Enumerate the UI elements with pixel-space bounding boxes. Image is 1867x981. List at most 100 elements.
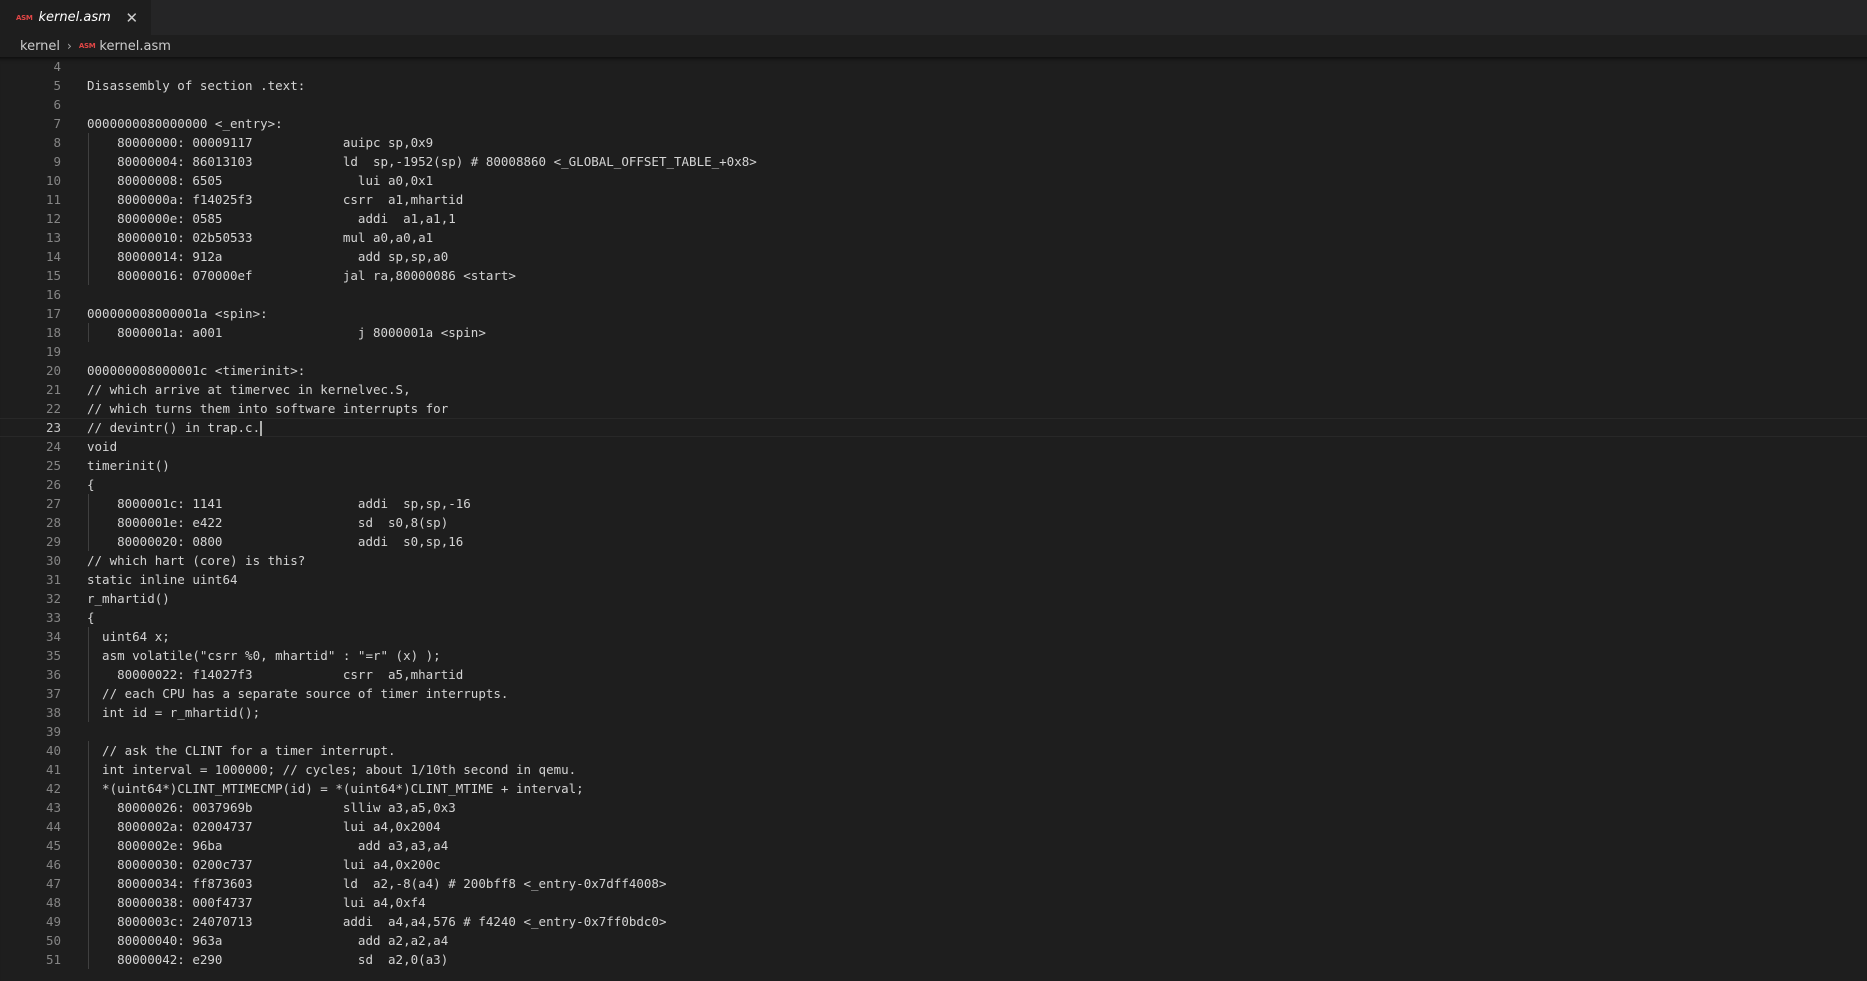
code-line[interactable]: 13 80000010: 02b50533 mul a0,a0,a1 bbox=[0, 228, 1867, 247]
line-number: 46 bbox=[45, 857, 61, 872]
code-line[interactable]: 19 bbox=[0, 342, 1867, 361]
code-line[interactable]: 8 80000000: 00009117 auipc sp,0x9 bbox=[0, 133, 1867, 152]
tab-label: kernel.asm bbox=[38, 10, 111, 25]
line-number: 16 bbox=[45, 287, 61, 302]
breadcrumb-folder[interactable]: kernel bbox=[20, 39, 60, 54]
code-line[interactable]: 46 80000030: 0200c737 lui a4,0x200c bbox=[0, 855, 1867, 874]
code-editor[interactable]: 4 5 Disassembly of section .text: 6 7 0000000… bbox=[0, 57, 1867, 981]
code-text: 80000038: 000f4737 lui a4,0xf4 bbox=[87, 895, 426, 910]
code-text: 80000008: 6505 lui a0,0x1 bbox=[87, 173, 434, 188]
code-line[interactable]: 12 8000000e: 0585 addi a1,a1,1 bbox=[0, 209, 1867, 228]
line-number: 47 bbox=[45, 876, 61, 891]
line-number: 43 bbox=[45, 800, 61, 815]
code-text: 80000016: 070000ef jal ra,80000086 <star… bbox=[87, 268, 516, 283]
line-number: 42 bbox=[45, 781, 61, 796]
code-line[interactable]: 34 uint64 x; bbox=[0, 627, 1867, 646]
code-text: asm volatile("csrr %0, mhartid" : "=r" (… bbox=[87, 648, 441, 663]
close-icon[interactable]: ✕ bbox=[123, 9, 141, 27]
code-line[interactable]: 32 r_mhartid() bbox=[0, 589, 1867, 608]
line-number: 27 bbox=[45, 496, 61, 511]
line-number: 38 bbox=[45, 705, 61, 720]
code-line[interactable]: 15 80000016: 070000ef jal ra,80000086 <s… bbox=[0, 266, 1867, 285]
asm-file-icon: ASM bbox=[78, 42, 96, 50]
code-line[interactable]: 47 80000034: ff873603 ld a2,-8(a4) # 200… bbox=[0, 874, 1867, 893]
code-line[interactable]: 26 { bbox=[0, 475, 1867, 494]
text-cursor bbox=[260, 420, 263, 436]
code-line[interactable]: 6 bbox=[0, 95, 1867, 114]
line-number: 34 bbox=[45, 629, 61, 644]
code-text: 80000030: 0200c737 lui a4,0x200c bbox=[87, 857, 441, 872]
code-line[interactable]: 30 // which hart (core) is this? bbox=[0, 551, 1867, 570]
code-text: void bbox=[87, 439, 118, 454]
code-text: 80000022: f14027f3 csrr a5,mhartid bbox=[87, 667, 464, 682]
code-line[interactable]: 9 80000004: 86013103 ld sp,-1952(sp) # 8… bbox=[0, 152, 1867, 171]
line-number: 31 bbox=[45, 572, 61, 587]
code-line[interactable]: 7 0000000080000000 <_entry>: bbox=[0, 114, 1867, 133]
code-text: 80000020: 0800 addi s0,sp,16 bbox=[87, 534, 464, 549]
line-number: 32 bbox=[45, 591, 61, 606]
code-line[interactable]: 33 { bbox=[0, 608, 1867, 627]
line-number: 4 bbox=[53, 59, 61, 74]
code-text: 8000001a: a001 j 8000001a <spin> bbox=[87, 325, 486, 340]
code-line[interactable]: 17 000000008000001a <spin>: bbox=[0, 304, 1867, 323]
code-line[interactable]: 49 8000003c: 24070713 addi a4,a4,576 # f… bbox=[0, 912, 1867, 931]
tab-kernel-asm[interactable]: ASM kernel.asm ✕ bbox=[0, 0, 151, 35]
code-line[interactable]: 14 80000014: 912a add sp,sp,a0 bbox=[0, 247, 1867, 266]
code-line[interactable]: 23 // devintr() in trap.c. bbox=[0, 418, 1867, 437]
line-number: 44 bbox=[45, 819, 61, 834]
code-text: 8000001e: e422 sd s0,8(sp) bbox=[87, 515, 449, 530]
code-line[interactable]: 51 80000042: e290 sd a2,0(a3) bbox=[0, 950, 1867, 969]
line-number: 6 bbox=[53, 97, 61, 112]
line-number: 30 bbox=[45, 553, 61, 568]
breadcrumb-file[interactable]: kernel.asm bbox=[99, 39, 171, 54]
code-line[interactable]: 11 8000000a: f14025f3 csrr a1,mhartid bbox=[0, 190, 1867, 209]
line-number: 7 bbox=[53, 116, 61, 131]
code-line[interactable]: 10 80000008: 6505 lui a0,0x1 bbox=[0, 171, 1867, 190]
code-text: static inline uint64 bbox=[87, 572, 238, 587]
code-line[interactable]: 38 int id = r_mhartid(); bbox=[0, 703, 1867, 722]
code-line[interactable]: 31 static inline uint64 bbox=[0, 570, 1867, 589]
code-line[interactable]: 44 8000002a: 02004737 lui a4,0x2004 bbox=[0, 817, 1867, 836]
line-number: 8 bbox=[53, 135, 61, 150]
code-line[interactable]: 22 // which turns them into software inte… bbox=[0, 399, 1867, 418]
line-number: 10 bbox=[45, 173, 61, 188]
code-line[interactable]: 20 000000008000001c <timerinit>: bbox=[0, 361, 1867, 380]
code-line[interactable]: 28 8000001e: e422 sd s0,8(sp) bbox=[0, 513, 1867, 532]
code-line[interactable]: 25 timerinit() bbox=[0, 456, 1867, 475]
code-text: // which hart (core) is this? bbox=[87, 553, 306, 568]
code-line[interactable]: 48 80000038: 000f4737 lui a4,0xf4 bbox=[0, 893, 1867, 912]
line-number: 14 bbox=[45, 249, 61, 264]
line-number: 51 bbox=[45, 952, 61, 967]
code-text: 80000000: 00009117 auipc sp,0x9 bbox=[87, 135, 434, 150]
code-line[interactable]: 5 Disassembly of section .text: bbox=[0, 76, 1867, 95]
code-line[interactable]: 40 // ask the CLINT for a timer interrup… bbox=[0, 741, 1867, 760]
code-line[interactable]: 37 // each CPU has a separate source of … bbox=[0, 684, 1867, 703]
code-line[interactable]: 41 int interval = 1000000; // cycles; ab… bbox=[0, 760, 1867, 779]
line-number: 45 bbox=[45, 838, 61, 853]
tab-bar: ASM kernel.asm ✕ bbox=[0, 0, 1867, 35]
code-line[interactable]: 42 *(uint64*)CLINT_MTIMECMP(id) = *(uint… bbox=[0, 779, 1867, 798]
code-text: // devintr() in trap.c. bbox=[87, 419, 263, 436]
code-line[interactable]: 4 bbox=[0, 57, 1867, 76]
code-line[interactable]: 21 // which arrive at timervec in kernelv… bbox=[0, 380, 1867, 399]
code-text: 8000002a: 02004737 lui a4,0x2004 bbox=[87, 819, 441, 834]
code-line[interactable]: 50 80000040: 963a add a2,a2,a4 bbox=[0, 931, 1867, 950]
code-text: // which turns them into software interr… bbox=[87, 401, 449, 416]
code-line[interactable]: 43 80000026: 0037969b slliw a3,a5,0x3 bbox=[0, 798, 1867, 817]
code-line[interactable]: 35 asm volatile("csrr %0, mhartid" : "=r… bbox=[0, 646, 1867, 665]
code-line[interactable]: 18 8000001a: a001 j 8000001a <spin> bbox=[0, 323, 1867, 342]
code-text: 80000042: e290 sd a2,0(a3) bbox=[87, 952, 449, 967]
line-number: 5 bbox=[53, 78, 61, 93]
code-line[interactable]: 27 8000001c: 1141 addi sp,sp,-16 bbox=[0, 494, 1867, 513]
line-number: 33 bbox=[45, 610, 61, 625]
code-text: 000000008000001c <timerinit>: bbox=[87, 363, 306, 378]
code-text: // ask the CLINT for a timer interrupt. bbox=[87, 743, 396, 758]
code-line[interactable]: 36 80000022: f14027f3 csrr a5,mhartid bbox=[0, 665, 1867, 684]
line-number: 21 bbox=[45, 382, 61, 397]
code-line[interactable]: 45 8000002e: 96ba add a3,a3,a4 bbox=[0, 836, 1867, 855]
code-line[interactable]: 16 bbox=[0, 285, 1867, 304]
code-line[interactable]: 29 80000020: 0800 addi s0,sp,16 bbox=[0, 532, 1867, 551]
code-line[interactable]: 39 bbox=[0, 722, 1867, 741]
line-number: 28 bbox=[45, 515, 61, 530]
code-line[interactable]: 24 void bbox=[0, 437, 1867, 456]
